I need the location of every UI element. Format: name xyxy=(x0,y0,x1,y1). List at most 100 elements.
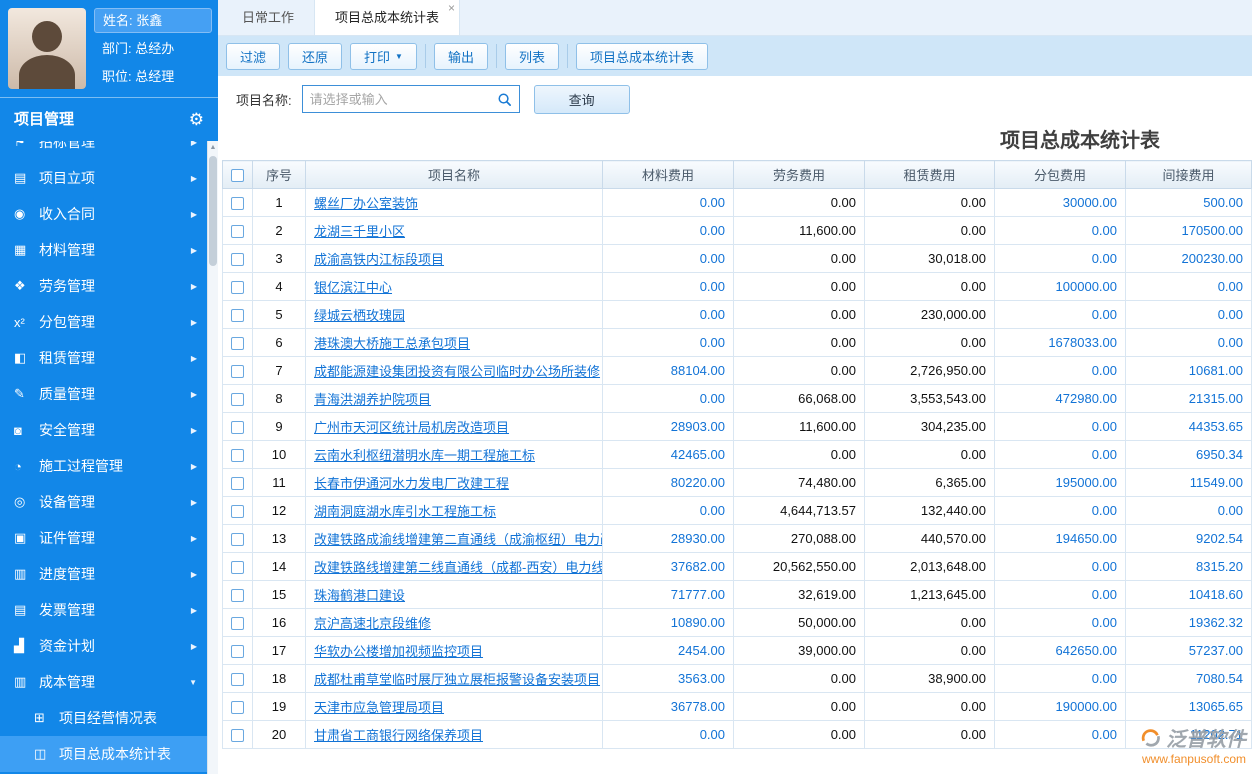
project-name-link[interactable]: 绿城云栖玫瑰园 xyxy=(314,308,405,323)
sidebar-item[interactable]: ▤发票管理▶ xyxy=(0,592,207,628)
labor-cost: 0.00 xyxy=(734,357,865,385)
sidebar-item[interactable]: ⚑招标管理▶ xyxy=(0,141,207,160)
search-icon[interactable] xyxy=(497,92,512,107)
project-name-link[interactable]: 珠海鹤港口建设 xyxy=(314,588,405,603)
filter-button[interactable]: 过滤 xyxy=(226,43,280,70)
scrollbar-thumb[interactable] xyxy=(209,156,217,266)
lease-cost: 0.00 xyxy=(865,637,995,665)
report-name-button[interactable]: 项目总成本统计表 xyxy=(576,43,708,70)
row-checkbox[interactable] xyxy=(231,729,244,742)
row-checkbox-cell xyxy=(223,413,253,441)
tab-project-cost-report[interactable]: 项目总成本统计表 × xyxy=(314,0,460,35)
project-name-link[interactable]: 银亿滨江中心 xyxy=(314,280,392,295)
project-name-link[interactable]: 龙湖三千里小区 xyxy=(314,224,405,239)
subcontract-cost: 0.00 xyxy=(995,581,1126,609)
project-name-link[interactable]: 成渝高铁内江标段项目 xyxy=(314,252,444,267)
sidebar-item[interactable]: ▦材料管理▶ xyxy=(0,232,207,268)
project-name-cell: 京沪高速北京段维修 xyxy=(306,609,603,637)
sidebar-menu-list: ⚑招标管理▶▤项目立项▶◉收入合同▶▦材料管理▶❖劳务管理▶x²分包管理▶◧租赁… xyxy=(0,141,207,772)
row-checkbox[interactable] xyxy=(231,673,244,686)
row-checkbox[interactable] xyxy=(231,701,244,714)
menu-item-label: 施工过程管理 xyxy=(39,456,191,476)
sidebar-item[interactable]: ▥成本管理▼ xyxy=(0,664,207,700)
project-name-cell: 港珠澳大桥施工总承包项目 xyxy=(306,329,603,357)
row-index: 16 xyxy=(253,609,306,637)
sidebar-item[interactable]: ▣证件管理▶ xyxy=(0,520,207,556)
project-name-link[interactable]: 天津市应急管理局项目 xyxy=(314,700,444,715)
project-name-link[interactable]: 港珠澳大桥施工总承包项目 xyxy=(314,336,470,351)
lease-cost: 230,000.00 xyxy=(865,301,995,329)
sidebar-subitem[interactable]: ⊞项目经营情况表 xyxy=(0,700,207,736)
row-checkbox[interactable] xyxy=(231,393,244,406)
scroll-up-icon[interactable]: ▲ xyxy=(208,141,218,154)
sidebar-item[interactable]: ◉收入合同▶ xyxy=(0,196,207,232)
project-name-link[interactable]: 螺丝厂办公室装饰 xyxy=(314,196,418,211)
sidebar-item[interactable]: ❖劳务管理▶ xyxy=(0,268,207,304)
row-checkbox[interactable] xyxy=(231,505,244,518)
export-button[interactable]: 输出 xyxy=(434,43,488,70)
row-checkbox[interactable] xyxy=(231,197,244,210)
sidebar-item[interactable]: x²分包管理▶ xyxy=(0,304,207,340)
row-index: 17 xyxy=(253,637,306,665)
row-checkbox[interactable] xyxy=(231,449,244,462)
certificate-icon: ▣ xyxy=(14,530,39,546)
row-checkbox[interactable] xyxy=(231,421,244,434)
row-checkbox[interactable] xyxy=(231,477,244,490)
sidebar-item[interactable]: ◔施工过程管理▶ xyxy=(0,448,207,484)
indirect-cost: 500.00 xyxy=(1126,189,1252,217)
labor-cost: 39,000.00 xyxy=(734,637,865,665)
equipment-icon: ◎ xyxy=(14,494,39,510)
sidebar-scrollbar[interactable]: ▲ xyxy=(207,141,218,774)
project-name-link[interactable]: 华软办公楼增加视频监控项目 xyxy=(314,644,483,659)
project-name-link[interactable]: 长春市伊通河水力发电厂改建工程 xyxy=(314,476,509,491)
sidebar-item[interactable]: ◙安全管理▶ xyxy=(0,412,207,448)
sidebar-item[interactable]: ▤项目立项▶ xyxy=(0,160,207,196)
row-checkbox[interactable] xyxy=(231,253,244,266)
row-checkbox[interactable] xyxy=(231,645,244,658)
project-name-cell: 天津市应急管理局项目 xyxy=(306,693,603,721)
row-checkbox[interactable] xyxy=(231,533,244,546)
lease-cost: 0.00 xyxy=(865,189,995,217)
sidebar-item[interactable]: ◧租赁管理▶ xyxy=(0,340,207,376)
row-checkbox[interactable] xyxy=(231,589,244,602)
row-checkbox[interactable] xyxy=(231,561,244,574)
project-name-link[interactable]: 成都杜甫草堂临时展厅独立展柜报警设备安装项目 xyxy=(314,672,600,687)
list-button[interactable]: 列表 xyxy=(505,43,559,70)
indirect-cost: 10681.00 xyxy=(1126,357,1252,385)
project-name-link[interactable]: 改建铁路线增建第二线直通线（成都-西安）电力线 xyxy=(314,560,603,575)
project-name-link[interactable]: 云南水利枢纽潜明水库一期工程施工标 xyxy=(314,448,535,463)
row-checkbox[interactable] xyxy=(231,365,244,378)
print-button[interactable]: 打印▼ xyxy=(350,43,417,70)
tab-daily-work[interactable]: 日常工作 xyxy=(222,0,314,35)
gear-icon[interactable]: ⚙ xyxy=(189,98,204,142)
project-name-link[interactable]: 京沪高速北京段维修 xyxy=(314,616,431,631)
labor-cost: 20,562,550.00 xyxy=(734,553,865,581)
project-name-link[interactable]: 湖南洞庭湖水库引水工程施工标 xyxy=(314,504,496,519)
restore-button[interactable]: 还原 xyxy=(288,43,342,70)
row-checkbox[interactable] xyxy=(231,309,244,322)
project-name-link[interactable]: 广州市天河区统计局机房改造项目 xyxy=(314,420,509,435)
project-name-link[interactable]: 青海洪湖养护院项目 xyxy=(314,392,431,407)
row-checkbox[interactable] xyxy=(231,617,244,630)
sidebar-item[interactable]: ▟资金计划▶ xyxy=(0,628,207,664)
sidebar-item[interactable]: ✎质量管理▶ xyxy=(0,376,207,412)
query-button[interactable]: 查询 xyxy=(534,85,630,114)
row-checkbox[interactable] xyxy=(231,337,244,350)
material-cost: 71777.00 xyxy=(603,581,734,609)
project-name-cell: 成都能源建设集团投资有限公司临时办公场所装修 xyxy=(306,357,603,385)
material-cost: 3563.00 xyxy=(603,665,734,693)
table-row: 2龙湖三千里小区0.0011,600.000.000.00170500.00 xyxy=(223,217,1252,245)
project-name-cell: 湖南洞庭湖水库引水工程施工标 xyxy=(306,497,603,525)
project-name-link[interactable]: 成都能源建设集团投资有限公司临时办公场所装修 xyxy=(314,364,600,379)
project-name-input[interactable] xyxy=(310,92,497,107)
project-name-link[interactable]: 甘肃省工商银行网络保养项目 xyxy=(314,728,483,743)
select-all-checkbox[interactable] xyxy=(231,169,244,182)
row-checkbox[interactable] xyxy=(231,281,244,294)
sidebar-item[interactable]: ▥进度管理▶ xyxy=(0,556,207,592)
row-checkbox[interactable] xyxy=(231,225,244,238)
sidebar-item[interactable]: ◎设备管理▶ xyxy=(0,484,207,520)
project-name-link[interactable]: 改建铁路成渝线增建第二直通线（成渝枢纽）电力改 xyxy=(314,532,603,547)
close-icon[interactable]: × xyxy=(448,2,455,14)
sidebar-subitem[interactable]: ◫项目总成本统计表 xyxy=(0,736,207,772)
select-all-cell xyxy=(223,161,253,189)
